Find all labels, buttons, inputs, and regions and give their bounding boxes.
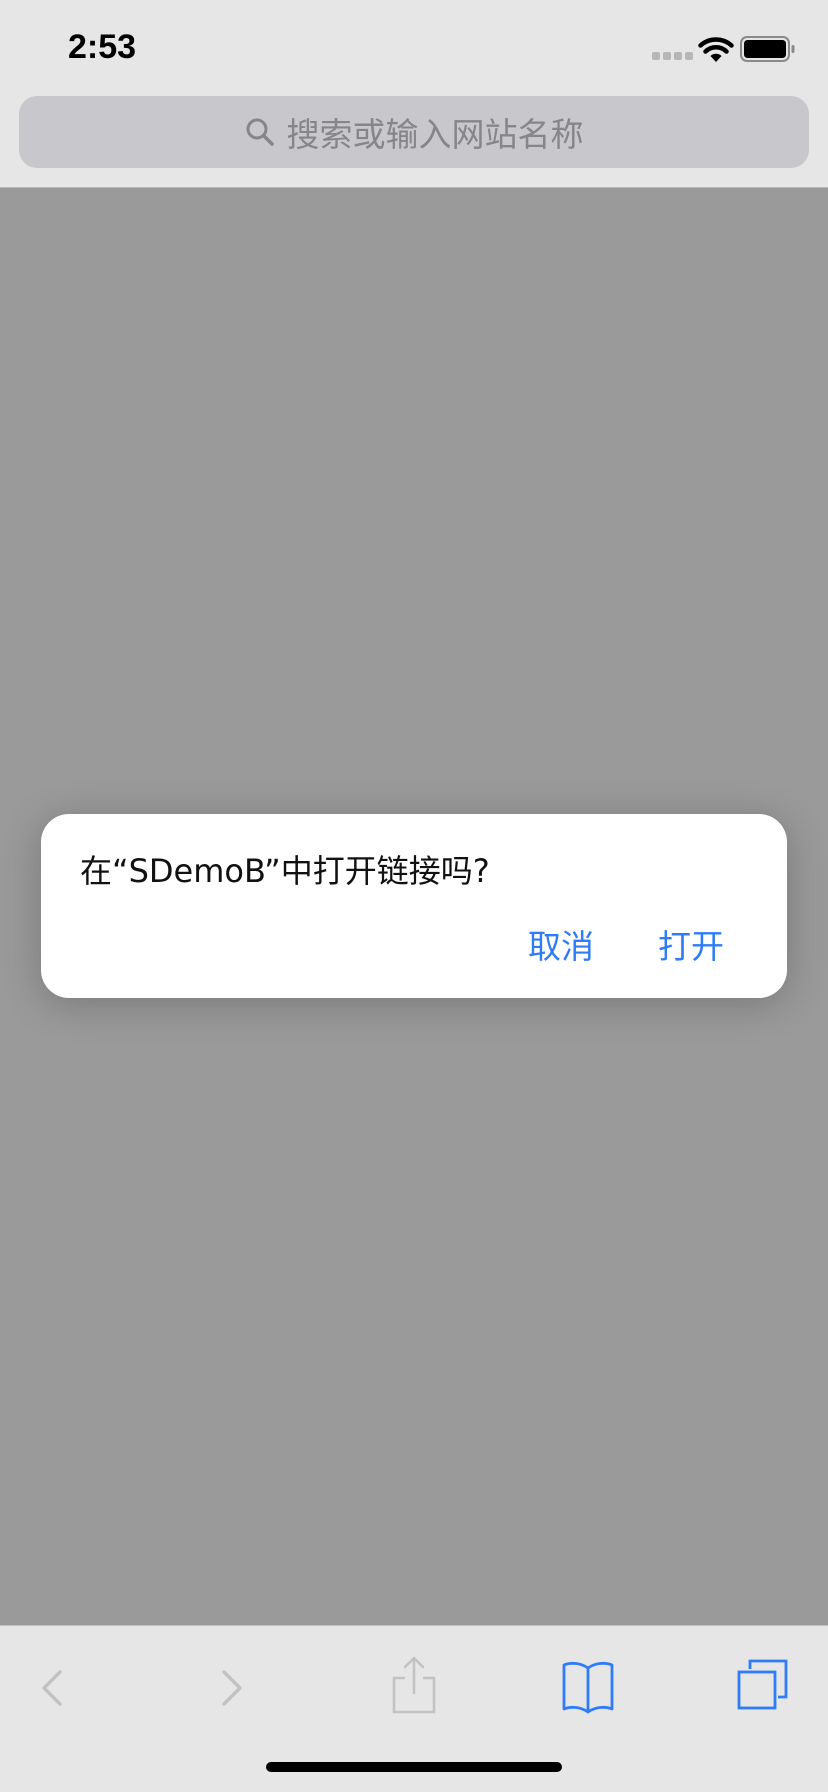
address-bar: 搜索或输入网站名称 [0, 96, 828, 188]
battery-icon [740, 36, 795, 62]
bookmarks-icon [562, 1661, 614, 1714]
open-button[interactable]: 打开 [658, 920, 724, 968]
wifi-icon [698, 37, 734, 62]
share-button[interactable] [386, 1656, 442, 1716]
back-button[interactable] [34, 1656, 70, 1716]
alert-message: 在“SDemoB”中打开链接吗? [80, 852, 490, 890]
share-icon [392, 1656, 436, 1714]
search-icon [246, 118, 274, 146]
status-bar: 2:53 [0, 0, 828, 96]
home-indicator[interactable] [266, 1762, 562, 1772]
back-icon [42, 1670, 62, 1706]
status-time: 2:53 [68, 28, 137, 66]
search-placeholder: 搜索或输入网站名称 [286, 115, 584, 154]
open-link-alert: 在“SDemoB”中打开链接吗? 取消 打开 [41, 814, 787, 998]
tabs-button[interactable] [734, 1656, 790, 1716]
tabs-icon [737, 1659, 788, 1710]
forward-button[interactable] [214, 1656, 250, 1716]
cancel-button[interactable]: 取消 [528, 920, 594, 968]
forward-icon [222, 1670, 242, 1706]
bookmarks-button[interactable] [560, 1656, 616, 1716]
search-field[interactable]: 搜索或输入网站名称 [19, 96, 809, 168]
signal-icon [652, 52, 693, 60]
